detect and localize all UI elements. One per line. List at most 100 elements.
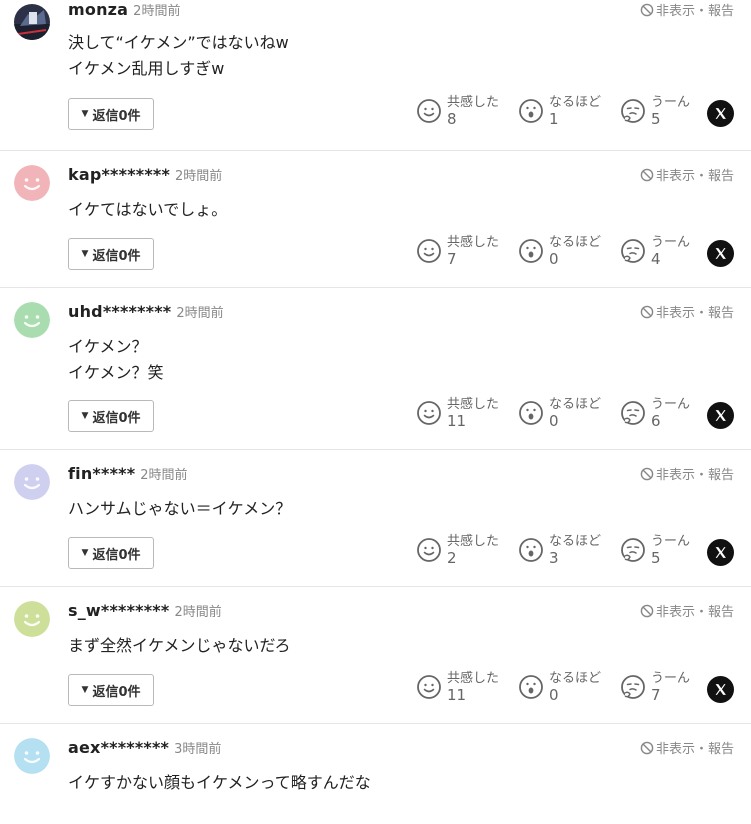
empathy-reaction[interactable]: 共感した 2 [416, 533, 499, 567]
avatar[interactable] [14, 464, 50, 500]
hide-report-link[interactable]: 非表示・報告 [640, 601, 734, 620]
reaction-label: なるほど [549, 397, 602, 412]
comment-text: イケメン？ イケメン？笑 [68, 337, 164, 382]
empathy-face-icon [417, 239, 441, 263]
hide-report-label: 非表示・報告 [655, 169, 734, 184]
comment-text: イケすかない顔もイケメンって略すんだな [68, 773, 371, 792]
caret-down-icon: ▼ [81, 249, 89, 259]
hmm-face-icon [621, 401, 645, 425]
hide-report-link[interactable]: 非表示・報告 [640, 464, 734, 483]
hmm-reaction[interactable]: うーん 5 [620, 94, 690, 128]
reaction-count: 0 [549, 250, 559, 268]
timestamp: 2時間前 [174, 605, 222, 620]
agree-reaction[interactable]: なるほど 0 [518, 670, 601, 704]
hmm-face-icon [621, 538, 645, 562]
reaction-count: 2 [447, 549, 457, 567]
hide-report-link[interactable]: 非表示・報告 [640, 165, 734, 184]
avatar[interactable] [14, 4, 50, 40]
reply-button[interactable]: ▼ 返信0件 [68, 674, 154, 706]
x-share-button[interactable] [707, 402, 734, 429]
avatar[interactable] [14, 165, 50, 201]
reaction-count: 5 [651, 549, 661, 567]
agree-face-icon [519, 239, 543, 263]
hide-report-link[interactable]: 非表示・報告 [640, 0, 734, 19]
agree-face-icon [519, 401, 543, 425]
avatar[interactable] [14, 738, 50, 774]
x-share-button[interactable] [707, 539, 734, 566]
reaction-label: うーん [651, 235, 691, 250]
x-logo-icon [715, 248, 726, 259]
reaction-label: なるほど [549, 671, 602, 686]
x-share-button[interactable] [707, 676, 734, 703]
hide-report-label: 非表示・報告 [655, 605, 734, 620]
comment-item: uhd******** 2時間前 非表示・報告イケメン？ イケメン？笑 ▼ 返信0件 共感… [0, 288, 751, 450]
reaction-count: 0 [549, 686, 559, 704]
comment-item: kap******** 2時間前 非表示・報告 イケてはないでしょ。 ▼ 返信0件 共感した… [0, 151, 751, 288]
hmm-face-icon [621, 675, 645, 699]
prohibited-icon [640, 3, 654, 16]
timestamp: 3時間前 [174, 742, 222, 757]
reply-label: 返信0件 [92, 248, 141, 264]
x-share-button[interactable] [707, 100, 734, 127]
avatar[interactable] [14, 601, 50, 637]
hmm-reaction[interactable]: うーん 4 [620, 234, 690, 268]
prohibited-icon [640, 604, 654, 617]
timestamp: 2時間前 [176, 306, 224, 321]
reaction-label: 共感した [447, 95, 500, 110]
caret-down-icon: ▼ [81, 548, 89, 558]
comment-text: ハンサムじゃない＝イケメン？ [68, 499, 292, 518]
reaction-label: うーん [651, 95, 691, 110]
hmm-reaction[interactable]: うーん 5 [620, 533, 690, 567]
username[interactable]: uhd******** [68, 302, 171, 321]
empathy-face-icon [417, 675, 441, 699]
reply-button[interactable]: ▼ 返信0件 [68, 238, 154, 270]
reaction-label: 共感した [447, 534, 500, 549]
username[interactable]: s_w******** [68, 601, 169, 620]
comment-text: まず全然イケメンじゃないだろ [68, 636, 291, 655]
agree-reaction[interactable]: なるほど 0 [518, 396, 601, 430]
prohibited-icon [640, 467, 654, 480]
x-share-button[interactable] [707, 240, 734, 267]
username[interactable]: kap******** [68, 165, 170, 184]
hmm-reaction[interactable]: うーん 6 [620, 396, 690, 430]
comment-item: aex******** 3時間前 非表示・報告イケすかない顔もイケメンって略すんだな [0, 724, 751, 824]
reaction-count: 5 [651, 110, 661, 128]
hide-report-link[interactable]: 非表示・報告 [640, 302, 734, 321]
empathy-reaction[interactable]: 共感した 11 [416, 670, 499, 704]
comment-text: 決して“イケメン”ではないねw イケメン乱用しすぎw [68, 33, 289, 78]
x-logo-icon [715, 684, 726, 695]
reply-button[interactable]: ▼ 返信0件 [68, 400, 154, 432]
hide-report-label: 非表示・報告 [655, 468, 734, 483]
reply-button[interactable]: ▼ 返信0件 [68, 98, 154, 130]
comment-item: s_w******** 2時間前 非表示・報告まず全然イケメンじゃないだろ ▼ 返信0件… [0, 587, 751, 724]
username[interactable]: monza [68, 0, 128, 19]
hmm-reaction[interactable]: うーん 7 [620, 670, 690, 704]
agree-face-icon [519, 675, 543, 699]
agree-reaction[interactable]: なるほど 1 [518, 94, 601, 128]
avatar[interactable] [14, 302, 50, 338]
reaction-label: 共感した [447, 397, 500, 412]
agree-reaction[interactable]: なるほど 0 [518, 234, 601, 268]
hide-report-label: 非表示・報告 [655, 4, 734, 19]
reaction-label: うーん [651, 671, 691, 686]
hide-report-label: 非表示・報告 [655, 306, 734, 321]
reaction-count: 7 [447, 250, 457, 268]
caret-down-icon: ▼ [81, 685, 89, 695]
reaction-count: 1 [549, 110, 559, 128]
timestamp: 2時間前 [133, 4, 181, 19]
caret-down-icon: ▼ [81, 109, 89, 119]
hide-report-link[interactable]: 非表示・報告 [640, 738, 734, 757]
reply-button[interactable]: ▼ 返信0件 [68, 537, 154, 569]
reaction-label: うーん [651, 534, 691, 549]
caret-down-icon: ▼ [81, 411, 89, 421]
agree-reaction[interactable]: なるほど 3 [518, 533, 601, 567]
empathy-reaction[interactable]: 共感した 11 [416, 396, 499, 430]
empathy-reaction[interactable]: 共感した 8 [416, 94, 499, 128]
username[interactable]: aex******** [68, 738, 169, 757]
reaction-count: 6 [651, 412, 661, 430]
reply-label: 返信0件 [92, 410, 141, 426]
empathy-reaction[interactable]: 共感した 7 [416, 234, 499, 268]
comment-text: イケてはないでしょ。 [68, 200, 228, 219]
agree-face-icon [519, 538, 543, 562]
username[interactable]: fin***** [68, 464, 135, 483]
